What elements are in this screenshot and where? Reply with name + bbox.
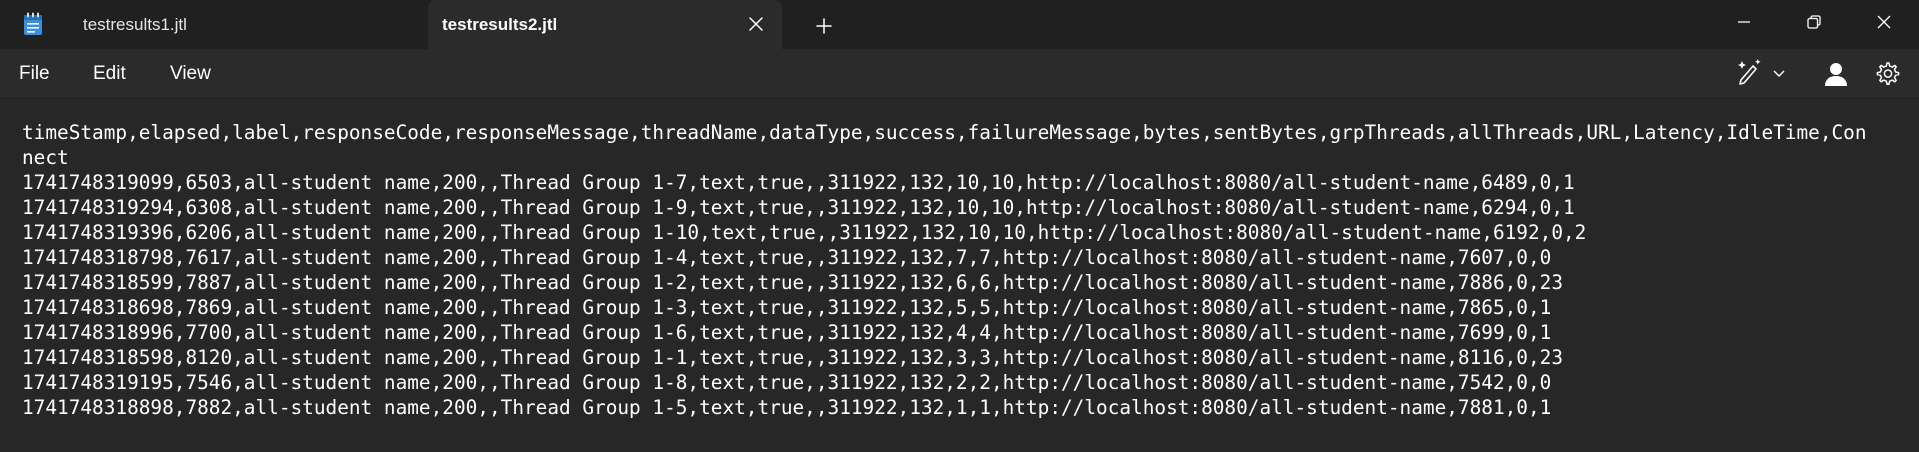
tab-testresults1[interactable]: testresults1.jtl <box>66 0 426 49</box>
close-icon[interactable] <box>744 12 768 36</box>
text-line: nect <box>22 146 69 169</box>
tab-testresults2[interactable]: testresults2.jtl <box>428 0 782 49</box>
title-bar: testresults1.jtl testresults2.jtl <box>0 0 1919 49</box>
text-line: 1741748318698,7869,all-student name,200,… <box>22 296 1552 319</box>
text-line: timeStamp,elapsed,label,responseCode,res… <box>22 121 1867 144</box>
minimize-icon[interactable] <box>1709 0 1779 44</box>
text-editor[interactable]: timeStamp,elapsed,label,responseCode,res… <box>0 99 1919 452</box>
chevron-down-icon <box>1773 65 1785 83</box>
text-line: 1741748318599,7887,all-student name,200,… <box>22 271 1563 294</box>
tab-label: testresults1.jtl <box>83 15 187 34</box>
text-line: 1741748318898,7882,all-student name,200,… <box>22 396 1552 419</box>
menu-bar: File Edit View <box>0 49 1919 99</box>
account-icon[interactable] <box>1819 59 1853 89</box>
menu-edit[interactable]: Edit <box>93 63 126 85</box>
text-line: 1741748319294,6308,all-student name,200,… <box>22 196 1575 219</box>
close-icon[interactable] <box>1849 0 1919 44</box>
text-line: 1741748318598,8120,all-student name,200,… <box>22 346 1563 369</box>
copilot-button[interactable] <box>1730 58 1790 91</box>
plus-icon[interactable] <box>810 12 838 40</box>
text-line: 1741748319195,7546,all-student name,200,… <box>22 371 1552 394</box>
text-line: 1741748319099,6503,all-student name,200,… <box>22 171 1575 194</box>
menu-file[interactable]: File <box>19 63 50 85</box>
notepad-window: testresults1.jtl testresults2.jtl File E… <box>0 0 1919 452</box>
text-line: 1741748318996,7700,all-student name,200,… <box>22 321 1552 344</box>
restore-icon[interactable] <box>1779 0 1849 44</box>
text-line: 1741748318798,7617,all-student name,200,… <box>22 246 1552 269</box>
notepad-icon <box>22 12 44 36</box>
copilot-pen-icon <box>1735 58 1765 91</box>
menu-view[interactable]: View <box>170 63 211 85</box>
gear-icon[interactable] <box>1870 59 1904 89</box>
tab-label: testresults2.jtl <box>442 15 558 34</box>
text-line: 1741748319396,6206,all-student name,200,… <box>22 221 1587 244</box>
